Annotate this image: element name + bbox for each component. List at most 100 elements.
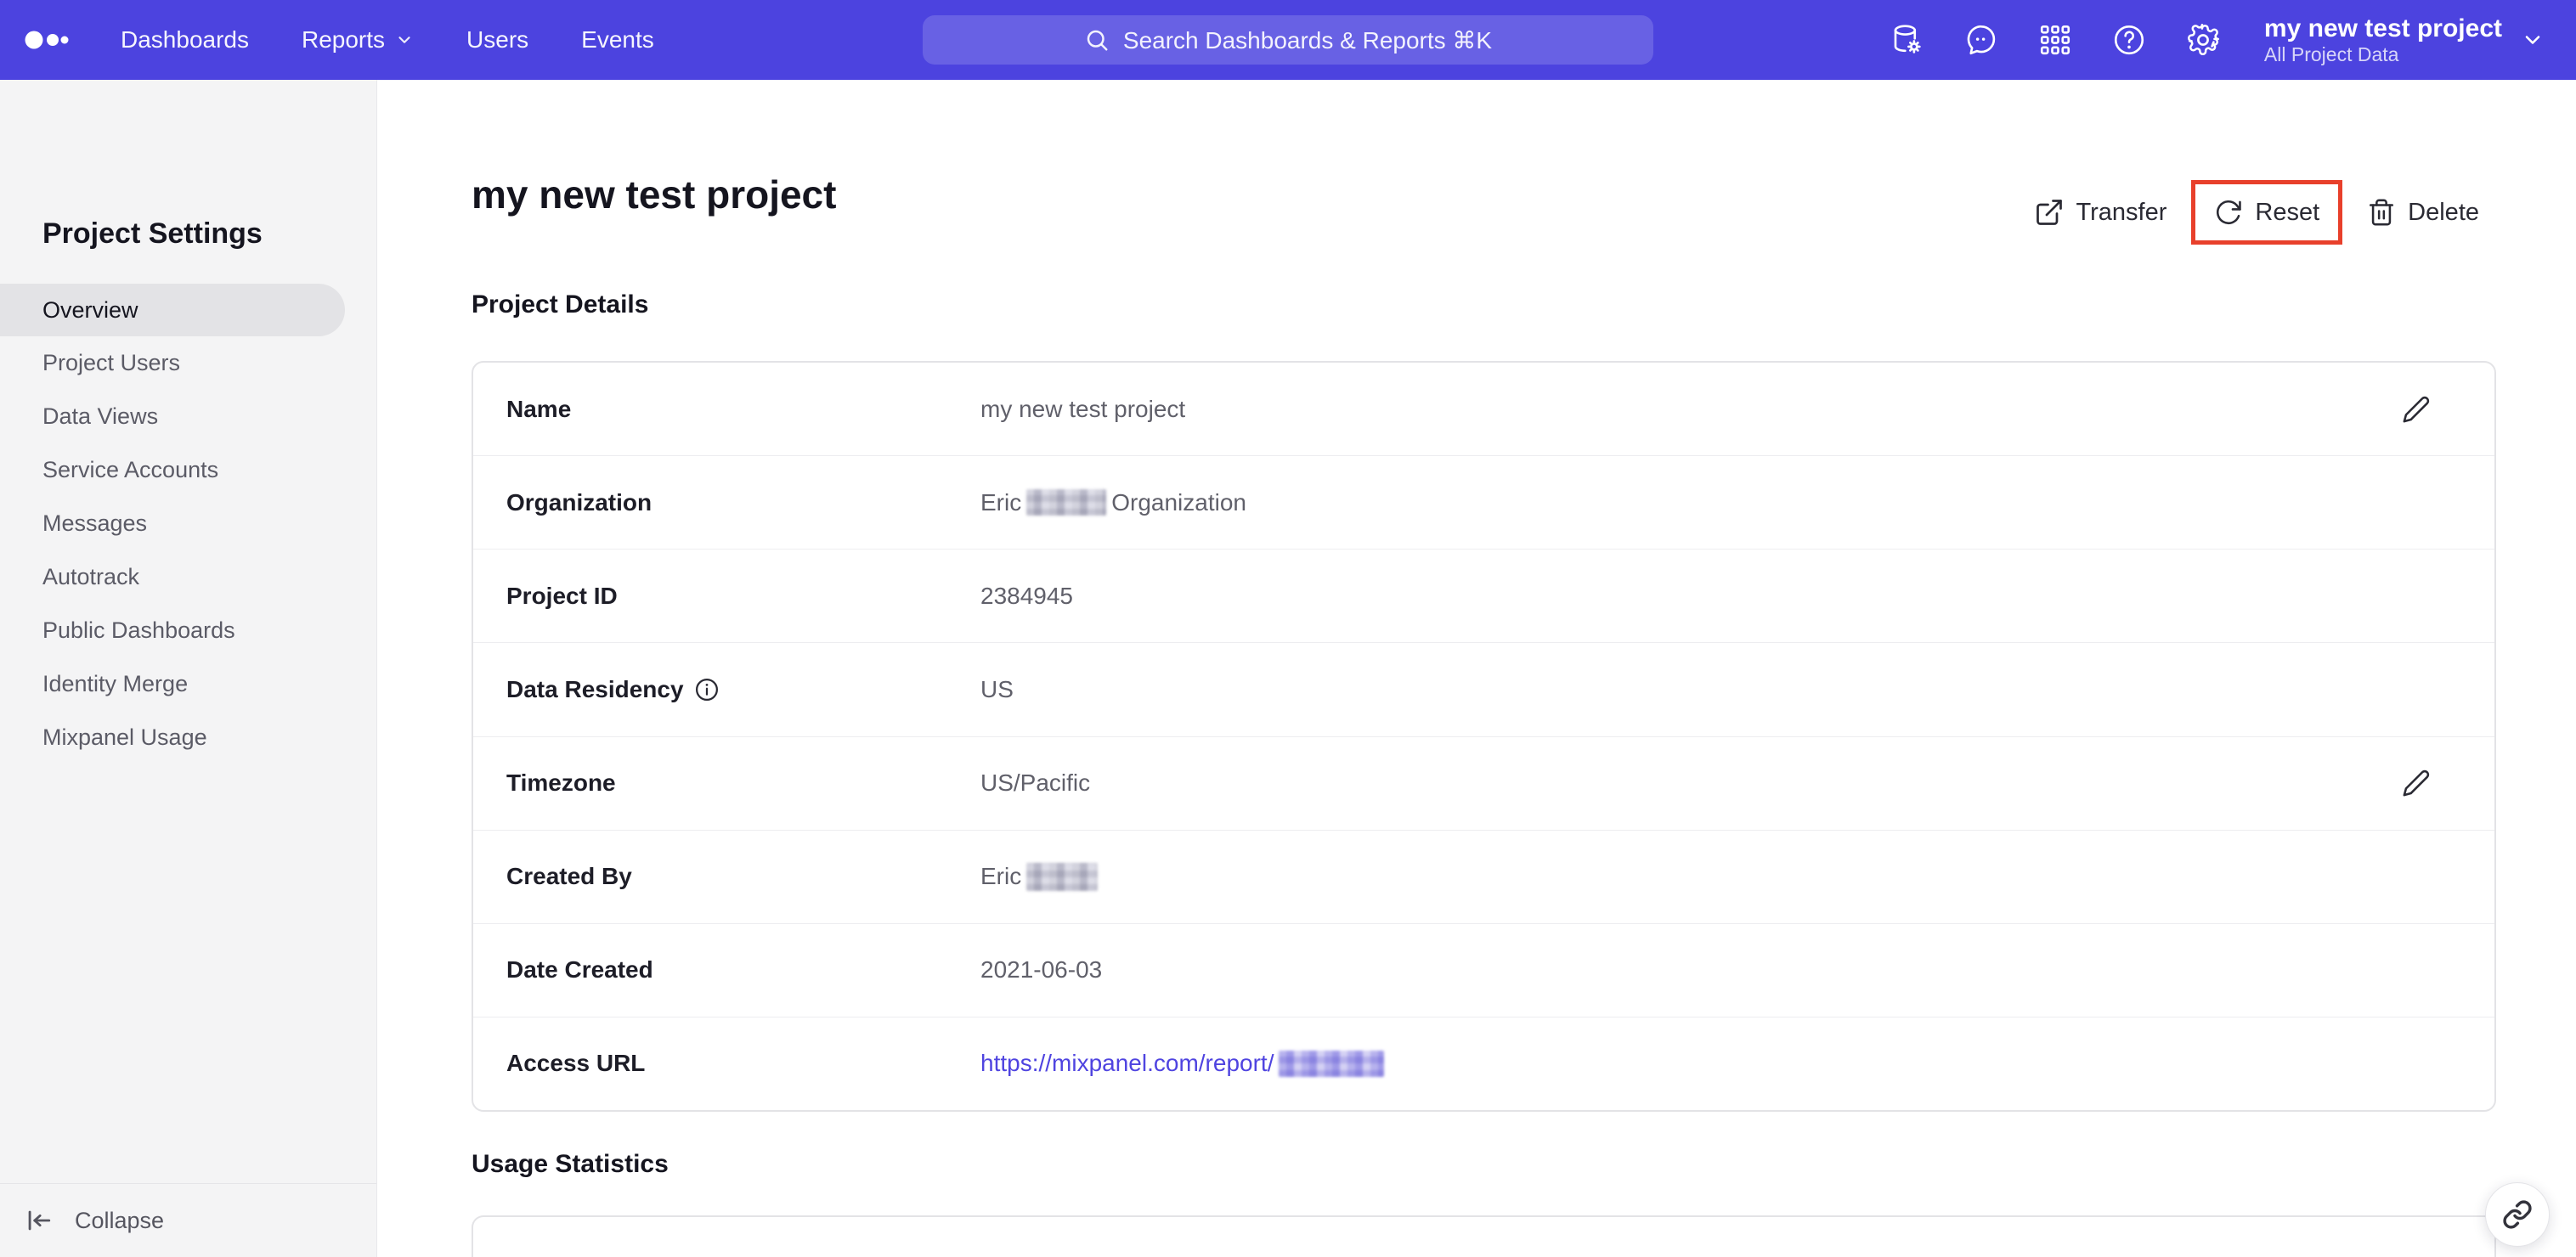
sidebar-item-overview[interactable]: Overview: [0, 284, 345, 336]
settings-gear-icon[interactable]: [2184, 21, 2222, 59]
sidebar-item-label: Mixpanel Usage: [42, 724, 207, 750]
annotation-red-box: Reset: [2191, 180, 2343, 245]
row-label: Date Created: [506, 956, 653, 984]
sidebar-item-label: Public Dashboards: [42, 617, 235, 643]
sidebar-collapse-button[interactable]: Collapse: [0, 1183, 376, 1257]
messages-bubble-icon[interactable]: [1963, 21, 2000, 59]
edit-timezone-button[interactable]: [2399, 766, 2433, 800]
current-project-name: my new test project: [2263, 14, 2502, 42]
chevron-down-icon: [398, 37, 410, 43]
row-label: Project ID: [506, 582, 618, 609]
sidebar-nav-list: Overview Project Users Data Views Servic…: [0, 284, 377, 764]
share-link-fab-button[interactable]: [2485, 1182, 2550, 1247]
row-label: Timezone: [506, 769, 616, 797]
main-content: my new test project Transfer Reset Delet…: [378, 80, 2576, 1257]
row-label: Data Residency: [506, 676, 980, 703]
usage-statistics-heading: Usage Statistics: [472, 1150, 669, 1178]
delete-label: Delete: [2408, 198, 2479, 226]
sidebar-item-label: Identity Merge: [42, 671, 189, 696]
delete-button[interactable]: Delete: [2367, 198, 2479, 227]
reset-label: Reset: [2255, 198, 2320, 226]
sidebar-item-public-dashboards[interactable]: Public Dashboards: [0, 604, 377, 657]
project-details-heading: Project Details: [472, 290, 649, 318]
redacted-text: [1026, 489, 1107, 516]
help-icon[interactable]: [2110, 21, 2148, 59]
data-connections-icon[interactable]: [1889, 21, 1926, 59]
global-search-input[interactable]: Search Dashboards & Reports ⌘K: [923, 15, 1653, 65]
transfer-external-icon: [2036, 200, 2062, 225]
share-link-icon: [2503, 1200, 2532, 1229]
row-value: Eric Organization: [980, 489, 1246, 516]
nav-item-reports[interactable]: Reports: [302, 26, 414, 54]
chevron-down-icon: [2525, 36, 2540, 44]
nav-item-dashboards[interactable]: Dashboards: [121, 26, 249, 54]
nav-item-label: Users: [466, 26, 529, 53]
project-details-card: Name my new test project Organization Er…: [472, 361, 2496, 1112]
row-value: US: [980, 675, 1014, 702]
access-url-link[interactable]: https://mixpanel.com/report/: [980, 1050, 1274, 1077]
pencil-edit-icon: [2403, 769, 2430, 797]
main-nav-menu: Dashboards Reports Users Events: [121, 26, 654, 54]
nav-item-label: Events: [581, 26, 654, 53]
sidebar-item-messages[interactable]: Messages: [0, 497, 377, 550]
row-label-text: Data Residency: [506, 675, 684, 702]
project-settings-page: Dashboards Reports Users Events Search D…: [0, 0, 2576, 1257]
detail-row-data-residency: Data Residency US: [473, 642, 2494, 736]
sidebar-title: Project Settings: [42, 217, 263, 250]
reset-refresh-icon: [2217, 200, 2242, 224]
edit-name-button[interactable]: [2399, 392, 2433, 426]
detail-row-timezone: Timezone US/Pacific: [473, 736, 2494, 830]
search-placeholder: Search Dashboards & Reports ⌘K: [1122, 26, 1493, 54]
redacted-text: [1026, 862, 1099, 891]
collapse-label: Collapse: [75, 1207, 165, 1233]
nav-item-label: Reports: [301, 26, 386, 53]
search-icon: [1087, 30, 1108, 51]
usage-statistics-card: [472, 1215, 2496, 1257]
sidebar-item-label: Messages: [42, 510, 148, 536]
row-value: https://mixpanel.com/report/: [980, 1050, 1389, 1077]
row-label: Organization: [506, 488, 652, 516]
project-actions: Transfer Reset Delete: [2034, 156, 2479, 268]
sidebar-item-project-users[interactable]: Project Users: [0, 336, 377, 390]
navbar-right-cluster: my new test project All Project Data: [1852, 0, 2545, 80]
info-icon[interactable]: [694, 677, 720, 702]
project-switcher[interactable]: my new test project All Project Data: [2264, 14, 2545, 66]
sidebar-item-label: Autotrack: [42, 564, 140, 589]
pencil-edit-icon: [2403, 396, 2430, 423]
detail-row-access-url: Access URL https://mixpanel.com/report/: [473, 1016, 2494, 1110]
sidebar-item-label: Overview: [42, 296, 138, 323]
sidebar-item-label: Service Accounts: [42, 457, 219, 482]
top-navbar: Dashboards Reports Users Events Search D…: [0, 0, 2576, 80]
nav-item-events[interactable]: Events: [581, 26, 654, 54]
sidebar-item-label: Data Views: [42, 403, 159, 429]
detail-row-name: Name my new test project: [473, 363, 2494, 455]
transfer-label: Transfer: [2076, 198, 2167, 226]
project-switcher-text: my new test project All Project Data: [2264, 14, 2502, 66]
value-prefix: Eric: [980, 488, 1022, 516]
redacted-text: [1279, 1050, 1385, 1077]
row-value: my new test project: [980, 395, 1186, 422]
current-project-scope: All Project Data: [2263, 42, 2399, 65]
sidebar-item-autotrack[interactable]: Autotrack: [0, 550, 377, 604]
trash-icon: [2370, 199, 2394, 226]
detail-row-date-created: Date Created 2021-06-03: [473, 922, 2494, 1017]
row-value: 2384945: [980, 582, 1074, 609]
nav-item-users[interactable]: Users: [466, 26, 528, 54]
value-prefix: Eric: [980, 863, 1022, 890]
sidebar-item-service-accounts[interactable]: Service Accounts: [0, 443, 377, 497]
collapse-left-icon: [28, 1210, 51, 1231]
row-value: Eric: [980, 862, 1103, 891]
reset-button[interactable]: Reset: [2214, 198, 2319, 227]
sidebar-item-data-views[interactable]: Data Views: [0, 390, 377, 443]
detail-row-created-by: Created By Eric: [473, 829, 2494, 923]
apps-grid-icon[interactable]: [2037, 21, 2074, 59]
row-value: US/Pacific: [980, 769, 1091, 797]
sidebar-item-identity-merge[interactable]: Identity Merge: [0, 657, 377, 711]
sidebar-item-label: Project Users: [42, 350, 181, 375]
sidebar-item-mixpanel-usage[interactable]: Mixpanel Usage: [0, 711, 377, 764]
value-suffix: Organization: [1111, 488, 1246, 516]
transfer-button[interactable]: Transfer: [2034, 197, 2167, 228]
row-label: Access URL: [506, 1050, 646, 1077]
row-value: 2021-06-03: [980, 956, 1103, 984]
mixpanel-logo-icon[interactable]: [24, 23, 87, 57]
